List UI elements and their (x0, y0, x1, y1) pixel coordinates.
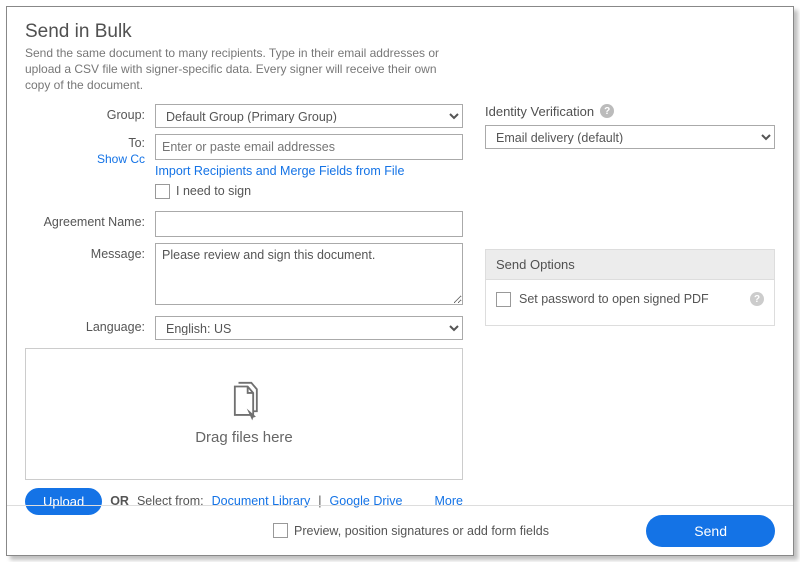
send-options-title: Send Options (486, 250, 774, 280)
identity-verification-title: Identity Verification (485, 104, 594, 119)
help-icon[interactable]: ? (600, 104, 614, 118)
file-drop-zone[interactable]: Drag files here (25, 348, 463, 480)
preview-checkbox[interactable]: Preview, position signatures or add form… (273, 523, 549, 538)
to-label: To: (128, 136, 145, 150)
set-password-label: Set password to open signed PDF (519, 292, 750, 306)
show-cc-link[interactable]: Show Cc (25, 152, 145, 166)
to-input[interactable] (155, 134, 463, 160)
form-left: Group: Default Group (Primary Group) To:… (25, 104, 463, 515)
checkbox-icon (155, 184, 170, 199)
group-select[interactable]: Default Group (Primary Group) (155, 104, 463, 128)
checkbox-icon (273, 523, 288, 538)
files-icon (222, 381, 266, 425)
checkbox-icon (496, 292, 511, 307)
import-recipients-link[interactable]: Import Recipients and Merge Fields from … (155, 164, 463, 178)
form-right: Identity Verification ? Email delivery (… (485, 104, 775, 515)
need-sign-label: I need to sign (176, 184, 251, 198)
set-password-checkbox[interactable]: Set password to open signed PDF (496, 292, 750, 307)
send-options-box: Send Options Set password to open signed… (485, 249, 775, 326)
page-subtitle: Send the same document to many recipient… (25, 45, 455, 94)
agreement-name-label: Agreement Name: (25, 211, 155, 229)
message-textarea[interactable]: Please review and sign this document. (155, 243, 463, 305)
agreement-name-input[interactable] (155, 211, 463, 237)
language-label: Language: (25, 316, 155, 334)
identity-verification-select[interactable]: Email delivery (default) (485, 125, 775, 149)
drag-files-label: Drag files here (195, 429, 293, 446)
language-select[interactable]: English: US (155, 316, 463, 340)
group-label: Group: (25, 104, 155, 122)
message-label: Message: (25, 243, 155, 261)
send-button[interactable]: Send (646, 515, 775, 547)
preview-label: Preview, position signatures or add form… (294, 524, 549, 538)
page-title: Send in Bulk (25, 21, 775, 43)
help-icon[interactable]: ? (750, 292, 764, 306)
need-sign-checkbox[interactable]: I need to sign (155, 184, 463, 199)
send-in-bulk-panel: Send in Bulk Send the same document to m… (6, 6, 794, 556)
footer-bar: Preview, position signatures or add form… (7, 505, 793, 555)
